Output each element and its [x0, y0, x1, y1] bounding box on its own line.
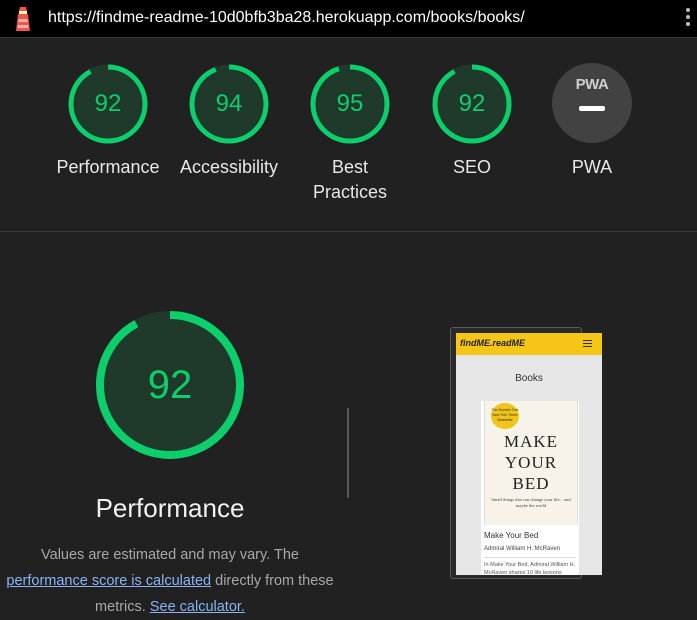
screenshot-brand: findME.readME — [460, 338, 526, 348]
pwa-dash-icon — [579, 106, 605, 111]
seo-score: 92 — [458, 90, 486, 117]
book-card: The Number One New York Times Bestseller… — [481, 401, 579, 575]
cover-title-line: BED — [512, 474, 550, 493]
cover-title-line: YOUR — [504, 453, 558, 472]
screenshot-navbar: findME.readME — [456, 333, 602, 355]
performance-score: 92 — [94, 90, 122, 117]
seo-gauge[interactable]: 92 — [431, 63, 513, 145]
book-cover: The Number One New York Times Bestseller… — [484, 401, 578, 525]
bestseller-badge: The Number One New York Times Bestseller — [491, 403, 519, 429]
best-practices-label[interactable]: Best Practices — [305, 155, 395, 205]
performance-title: Performance — [95, 493, 245, 523]
lighthouse-icon — [12, 5, 34, 33]
accessibility-gauge[interactable]: 94 — [188, 63, 270, 145]
final-screenshot: findME.readME Books The Number One New Y… — [456, 333, 602, 575]
accessibility-score: 94 — [215, 90, 243, 117]
pwa-gauge[interactable]: PWA — [552, 63, 632, 143]
performance-big-score: 92 — [147, 363, 193, 407]
pwa-badge-icon: PWA — [575, 76, 609, 93]
seo-label[interactable]: SEO — [402, 155, 542, 180]
vertical-divider — [347, 408, 349, 498]
desc-prefix: Values are estimated and may vary. The — [41, 547, 299, 563]
page-url[interactable]: https://findme-readme-10d0bfb3ba28.herok… — [48, 9, 525, 27]
book-description: In Make Your Bed, Admiral William H. McR… — [484, 562, 576, 575]
performance-description: Values are estimated and may vary. The p… — [0, 542, 340, 620]
performance-score-link[interactable]: performance score is calculated — [6, 573, 211, 589]
best-practices-score: 95 — [336, 90, 364, 117]
hamburger-icon — [583, 340, 592, 349]
cover-title-line: MAKE — [503, 432, 559, 451]
cover-title: MAKE YOUR BED — [485, 431, 577, 494]
pwa-label[interactable]: PWA — [522, 155, 662, 180]
desc-mid: directly from these — [215, 573, 334, 589]
performance-label[interactable]: Performance — [38, 155, 178, 180]
book-title: Make Your Bed — [484, 531, 539, 540]
section-divider — [0, 231, 697, 232]
accessibility-label[interactable]: Accessibility — [159, 155, 299, 180]
kebab-menu-icon[interactable] — [685, 8, 691, 30]
card-divider — [484, 557, 576, 558]
book-author: Admiral William H. McRaven — [484, 546, 561, 552]
performance-gauge[interactable]: 92 — [67, 63, 149, 145]
best-practices-gauge[interactable]: 95 — [309, 63, 391, 145]
screenshot-heading: Books — [515, 373, 543, 384]
cover-subtitle: Small things that can change your life..… — [491, 497, 571, 508]
top-bar: https://findme-readme-10d0bfb3ba28.herok… — [0, 0, 697, 38]
